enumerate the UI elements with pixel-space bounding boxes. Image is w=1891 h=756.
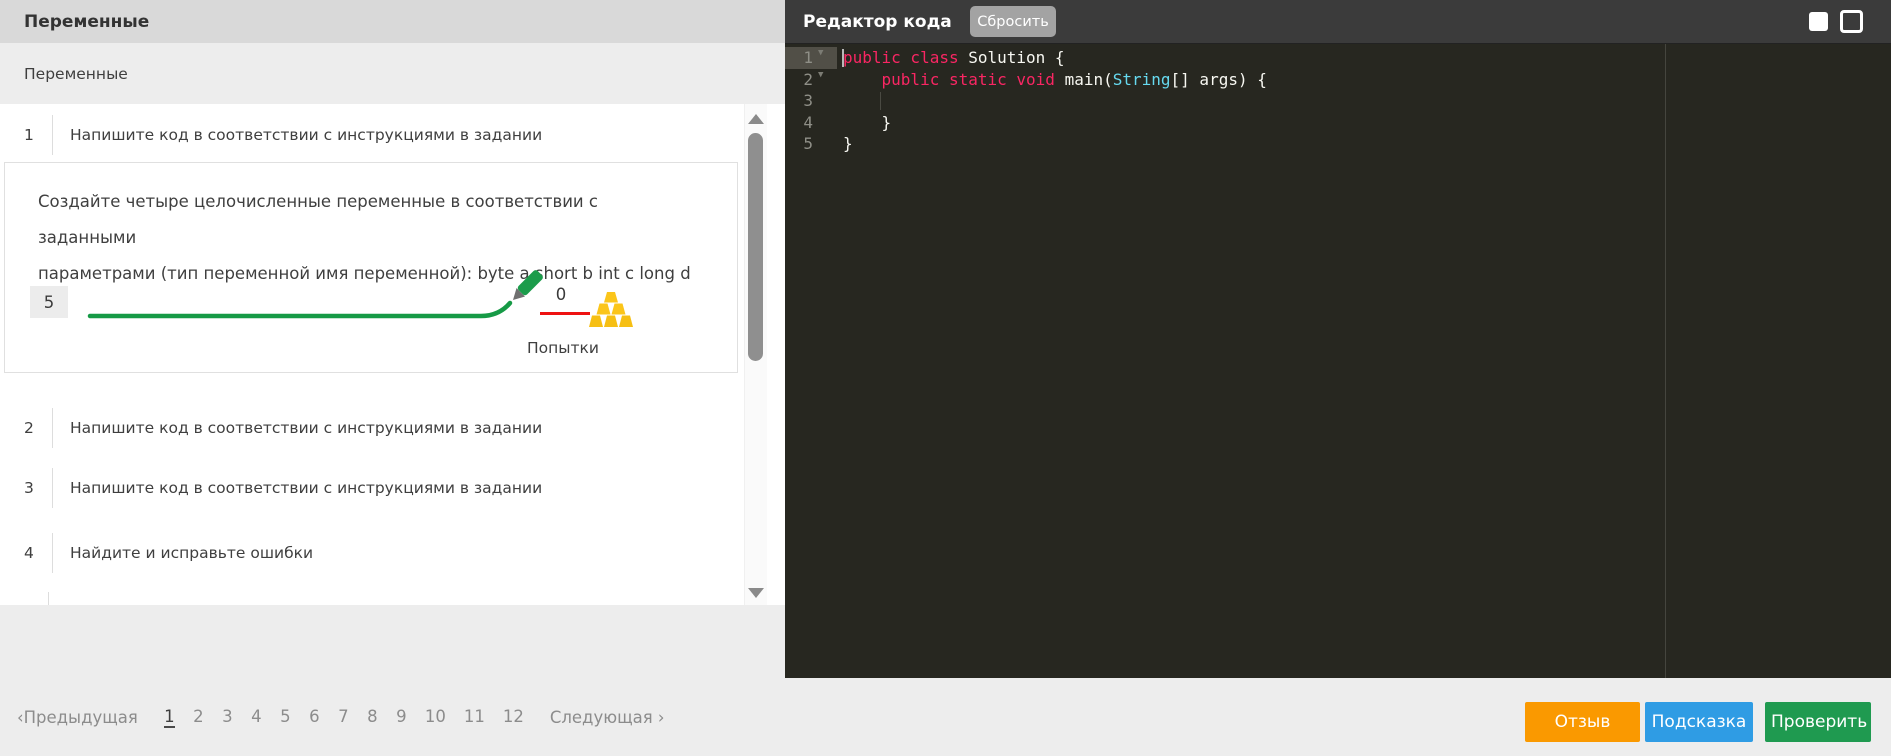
scroll-down-arrow-icon[interactable] <box>748 588 764 598</box>
task-list-scrollbar[interactable] <box>744 104 767 605</box>
code-token: String <box>1112 69 1171 89</box>
task-divider-partial <box>48 592 49 605</box>
line-number: 3 <box>803 91 813 111</box>
pagination-next[interactable]: Следующая › <box>550 708 665 727</box>
editor-title: Редактор кода <box>803 11 952 32</box>
pagination-page-8[interactable]: 8 <box>367 707 378 728</box>
gutter-line-5: 5 <box>785 133 837 155</box>
code-token: } <box>843 134 853 154</box>
editor-panel: Редактор кода Сбросить 1 ▼ 2 ▼ 3 4 5 public cl… <box>785 0 1891 756</box>
task-details-card: Создайте четыре целочисленные переменные… <box>4 162 738 373</box>
code-content[interactable]: public class Solution { public static vo… <box>843 47 1267 155</box>
task-divider <box>52 408 53 448</box>
task-title: Напишите код в соответствии с инструкция… <box>70 479 543 497</box>
pagination-page-6[interactable]: 6 <box>309 707 320 728</box>
check-button[interactable]: Проверить <box>1765 702 1871 742</box>
pagination-page-7[interactable]: 7 <box>338 707 349 728</box>
reset-button[interactable]: Сбросить <box>970 6 1056 37</box>
line-number: 4 <box>803 112 813 132</box>
gutter-line-4: 4 <box>785 112 837 134</box>
pagination-page-2[interactable]: 2 <box>193 707 204 728</box>
task-divider <box>52 115 53 155</box>
task-panel: Переменные Переменные 1 Напишите код в с… <box>0 0 785 756</box>
code-line-1[interactable]: public class Solution { <box>843 47 1267 69</box>
lesson-subtitle: Переменные <box>24 64 128 83</box>
editor-gutter: 1 ▼ 2 ▼ 3 4 5 <box>785 47 837 155</box>
fold-caret-icon[interactable]: ▼ <box>818 48 823 58</box>
code-line-5[interactable]: } <box>843 133 1267 155</box>
attempts-left-badge: 5 <box>30 286 68 318</box>
attempts-label: Попытки <box>527 339 599 357</box>
pagination-prev[interactable]: ‹Предыдущая <box>17 708 138 727</box>
pagination-page-10[interactable]: 10 <box>425 707 446 728</box>
line-number: 2 <box>803 69 813 89</box>
feedback-button[interactable]: Отзыв <box>1525 702 1640 742</box>
task-title: Напишите код в соответствии с инструкция… <box>70 126 543 144</box>
lesson-title: Переменные <box>24 11 150 32</box>
code-token: [] args) { <box>1170 69 1267 89</box>
task-row-2[interactable]: 2 Напишите код в соответствии с инструкц… <box>0 406 738 450</box>
pagination-page-3[interactable]: 3 <box>222 707 233 728</box>
task-title: Напишите код в соответствии с инструкция… <box>70 419 543 437</box>
pagination-page-12[interactable]: 12 <box>503 707 524 728</box>
pagination-page-4[interactable]: 4 <box>251 707 262 728</box>
hint-button[interactable]: Подсказка <box>1645 702 1753 742</box>
fold-caret-icon[interactable]: ▼ <box>818 70 823 80</box>
task-row-3[interactable]: 3 Напишите код в соответствии с инструкц… <box>0 466 738 510</box>
gutter-line-1: 1 ▼ <box>785 47 837 69</box>
code-token: Solution { <box>968 48 1065 67</box>
lesson-subheader[interactable]: Переменные <box>0 43 785 104</box>
text-cursor <box>842 49 844 67</box>
indent-guide <box>880 92 881 111</box>
errors-underline <box>540 312 590 315</box>
task-title: Найдите и исправьте ошибки <box>70 544 314 562</box>
task-number: 3 <box>24 479 34 497</box>
task-number: 4 <box>24 544 34 562</box>
progress-line-and-pencil-icon <box>87 270 543 319</box>
outlined-square-icon[interactable] <box>1840 10 1863 33</box>
task-row-4[interactable]: 4 Найдите и исправьте ошибки <box>0 531 738 575</box>
line-number: 5 <box>803 134 813 154</box>
code-editor[interactable]: 1 ▼ 2 ▼ 3 4 5 public class Solution { public s… <box>785 43 1891 678</box>
code-token: main( <box>1064 69 1113 89</box>
errors-count: 0 <box>555 285 567 304</box>
lesson-header: Переменные <box>0 0 785 43</box>
scroll-up-arrow-icon[interactable] <box>748 114 764 124</box>
line-number: 1 <box>803 48 813 67</box>
code-token: public static void <box>881 69 1065 89</box>
pagination-page-9[interactable]: 9 <box>396 707 407 728</box>
pagination: ‹Предыдущая 1 2 3 4 5 6 7 8 9 10 11 12 Следующая › <box>17 702 665 732</box>
code-token: public class <box>843 48 969 67</box>
code-token: } <box>843 112 892 132</box>
print-margin-ruler <box>1665 44 1666 678</box>
code-line-3[interactable] <box>843 90 1267 112</box>
task-number: 1 <box>24 126 34 144</box>
code-line-4[interactable]: } <box>843 112 1267 134</box>
task-description: Создайте четыре целочисленные переменные… <box>38 184 698 292</box>
gold-bars-icon <box>589 292 633 327</box>
task-row-1[interactable]: 1 Напишите код в соответствии с инструкц… <box>0 113 738 157</box>
scrollbar-thumb[interactable] <box>748 133 763 361</box>
editor-header: Редактор кода Сбросить <box>785 0 1891 43</box>
task-divider <box>52 533 53 573</box>
task-list: 1 Напишите код в соответствии с инструкц… <box>0 104 785 605</box>
pagination-pages: 1 2 3 4 5 6 7 8 9 10 11 12 <box>163 707 524 728</box>
task-description-line1: Создайте четыре целочисленные переменные… <box>38 192 598 247</box>
pagination-page-1[interactable]: 1 <box>163 707 175 728</box>
task-divider <box>52 468 53 508</box>
gutter-line-3: 3 <box>785 90 837 112</box>
filled-square-icon[interactable] <box>1809 12 1828 31</box>
app: Переменные Переменные 1 Напишите код в с… <box>0 0 1891 756</box>
pagination-page-5[interactable]: 5 <box>280 707 291 728</box>
gutter-line-2: 2 ▼ <box>785 69 837 91</box>
code-line-2[interactable]: public static void main(String[] args) { <box>843 69 1267 91</box>
pagination-page-11[interactable]: 11 <box>464 707 485 728</box>
task-number: 2 <box>24 419 34 437</box>
